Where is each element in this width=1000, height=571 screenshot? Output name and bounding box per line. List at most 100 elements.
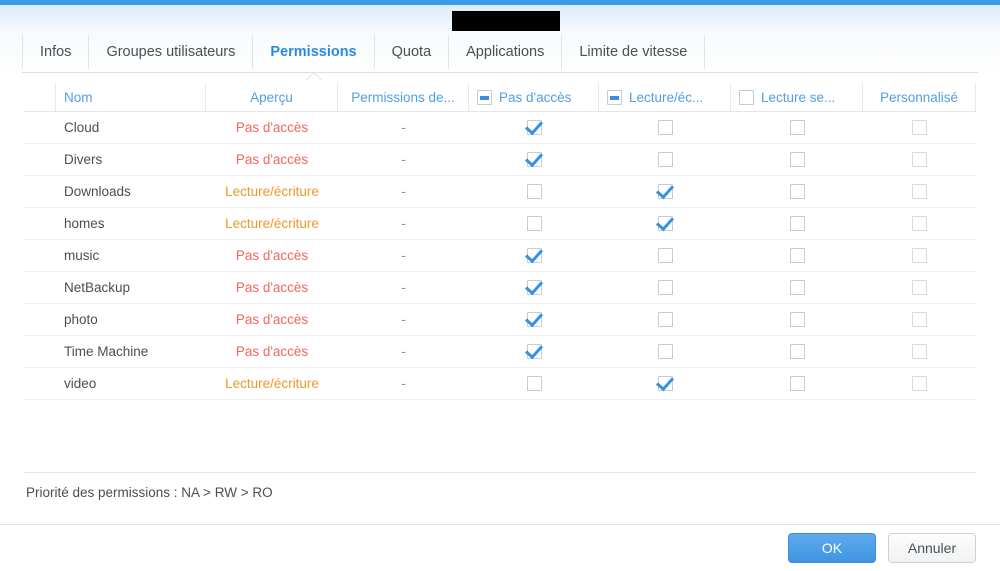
permission-cell-ro[interactable]	[731, 240, 863, 271]
checkbox-cust[interactable]	[912, 248, 927, 263]
tab-limite-de-vitesse[interactable]: Limite de vitesse	[562, 35, 706, 69]
permission-cell-ro[interactable]	[731, 272, 863, 303]
checkbox-rw[interactable]	[657, 184, 673, 199]
checkbox-cust[interactable]	[912, 344, 927, 359]
checkbox-ro[interactable]	[789, 152, 805, 167]
permission-cell-cust[interactable]	[863, 112, 976, 143]
checkbox-na[interactable]	[526, 120, 542, 135]
permission-cell-cust[interactable]	[863, 304, 976, 335]
checkbox-cust[interactable]	[912, 280, 927, 295]
tab-permissions[interactable]: Permissions	[253, 35, 375, 81]
permission-cell-ro[interactable]	[731, 176, 863, 207]
permission-cell-na[interactable]	[469, 240, 599, 271]
permission-cell-na[interactable]	[469, 208, 599, 239]
checkbox-ro[interactable]	[789, 312, 805, 327]
permission-cell-ro[interactable]	[731, 336, 863, 367]
checkbox-rw[interactable]	[657, 248, 673, 263]
ok-button[interactable]: OK	[788, 533, 876, 563]
checkbox-ro[interactable]	[789, 344, 805, 359]
permission-cell-cust[interactable]	[863, 208, 976, 239]
header-checkbox-na[interactable]	[477, 89, 492, 105]
permission-cell-na[interactable]	[469, 368, 599, 399]
column-header-ro[interactable]: Lecture se...	[731, 83, 863, 111]
checkbox-na[interactable]	[526, 312, 542, 327]
checkbox-rw[interactable]	[657, 152, 673, 167]
header-checkbox-ro[interactable]	[739, 89, 754, 105]
checkbox-cust[interactable]	[912, 184, 927, 199]
checkbox-rw[interactable]	[657, 216, 673, 231]
table-row[interactable]: photo Pas d'accès -	[24, 304, 976, 336]
header-checkbox-rw[interactable]	[607, 89, 622, 105]
column-header-perm[interactable]: Permissions de...	[338, 83, 469, 111]
checkbox-na[interactable]	[526, 184, 542, 199]
column-header-prev[interactable]: Aperçu	[206, 83, 338, 111]
table-row[interactable]: Time Machine Pas d'accès -	[24, 336, 976, 368]
table-row[interactable]: Cloud Pas d'accès -	[24, 112, 976, 144]
permission-cell-na[interactable]	[469, 304, 599, 335]
permission-cell-rw[interactable]	[599, 208, 731, 239]
permission-cell-rw[interactable]	[599, 272, 731, 303]
table-row[interactable]: music Pas d'accès -	[24, 240, 976, 272]
permission-cell-cust[interactable]	[863, 144, 976, 175]
table-row[interactable]: Downloads Lecture/écriture -	[24, 176, 976, 208]
row-spacer	[24, 272, 56, 303]
permission-cell-cust[interactable]	[863, 336, 976, 367]
permission-cell-na[interactable]	[469, 272, 599, 303]
checkbox-cust[interactable]	[912, 152, 927, 167]
column-header-rw[interactable]: Lecture/éc...	[599, 83, 731, 111]
tab-applications[interactable]: Applications	[449, 35, 563, 69]
table-row[interactable]: homes Lecture/écriture -	[24, 208, 976, 240]
cancel-button[interactable]: Annuler	[888, 533, 976, 563]
checkbox-rw[interactable]	[657, 120, 673, 135]
checkbox-na[interactable]	[526, 152, 542, 167]
permission-cell-cust[interactable]	[863, 272, 976, 303]
permission-cell-rw[interactable]	[599, 176, 731, 207]
tab-groupes-utilisateurs[interactable]: Groupes utilisateurs	[89, 35, 254, 69]
tab-quota[interactable]: Quota	[375, 35, 450, 69]
permission-cell-ro[interactable]	[731, 368, 863, 399]
table-row[interactable]: NetBackup Pas d'accès -	[24, 272, 976, 304]
permission-cell-rw[interactable]	[599, 304, 731, 335]
permission-cell-rw[interactable]	[599, 144, 731, 175]
permission-cell-na[interactable]	[469, 336, 599, 367]
checkbox-na[interactable]	[526, 248, 542, 263]
checkbox-rw[interactable]	[657, 344, 673, 359]
permission-cell-cust[interactable]	[863, 368, 976, 399]
checkbox-ro[interactable]	[789, 280, 805, 295]
checkbox-cust[interactable]	[912, 216, 927, 231]
checkbox-ro[interactable]	[789, 184, 805, 199]
checkbox-cust[interactable]	[912, 120, 927, 135]
checkbox-na[interactable]	[526, 344, 542, 359]
checkbox-rw[interactable]	[657, 312, 673, 327]
permission-cell-rw[interactable]	[599, 368, 731, 399]
permission-cell-ro[interactable]	[731, 304, 863, 335]
checkbox-cust[interactable]	[912, 376, 927, 391]
permission-cell-cust[interactable]	[863, 176, 976, 207]
table-row[interactable]: video Lecture/écriture -	[24, 368, 976, 400]
checkbox-rw[interactable]	[657, 280, 673, 295]
permission-cell-na[interactable]	[469, 112, 599, 143]
checkbox-rw[interactable]	[657, 376, 673, 391]
column-header-cust[interactable]: Personnalisé	[863, 83, 976, 111]
permission-cell-rw[interactable]	[599, 240, 731, 271]
permission-cell-cust[interactable]	[863, 240, 976, 271]
checkbox-cust[interactable]	[912, 312, 927, 327]
permission-cell-rw[interactable]	[599, 336, 731, 367]
checkbox-na[interactable]	[526, 376, 542, 391]
checkbox-na[interactable]	[526, 216, 542, 231]
column-header-name[interactable]: Nom	[56, 83, 206, 111]
permission-cell-na[interactable]	[469, 144, 599, 175]
tab-infos[interactable]: Infos	[22, 35, 90, 69]
checkbox-na[interactable]	[526, 280, 542, 295]
checkbox-ro[interactable]	[789, 120, 805, 135]
permission-cell-ro[interactable]	[731, 112, 863, 143]
checkbox-ro[interactable]	[789, 248, 805, 263]
table-row[interactable]: Divers Pas d'accès -	[24, 144, 976, 176]
permission-cell-rw[interactable]	[599, 112, 731, 143]
checkbox-ro[interactable]	[789, 216, 805, 231]
checkbox-ro[interactable]	[789, 376, 805, 391]
permission-cell-na[interactable]	[469, 176, 599, 207]
permission-cell-ro[interactable]	[731, 208, 863, 239]
column-header-na[interactable]: Pas d'accès	[469, 83, 599, 111]
permission-cell-ro[interactable]	[731, 144, 863, 175]
